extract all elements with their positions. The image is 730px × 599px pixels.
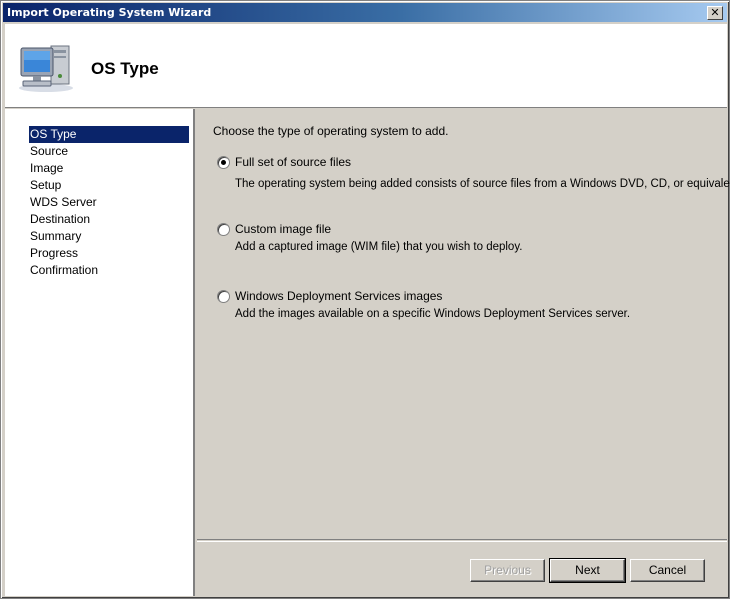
step-setup[interactable]: Setup: [29, 177, 189, 194]
page-title: OS Type: [91, 59, 159, 78]
previous-button[interactable]: Previous: [470, 559, 545, 582]
wizard-steps-sidebar: OS Type Source Image Setup WDS Server De…: [5, 109, 195, 596]
wizard-content: Choose the type of operating system to a…: [197, 109, 730, 540]
instruction-text: Choose the type of operating system to a…: [213, 124, 449, 138]
computer-icon: [17, 38, 75, 94]
step-source[interactable]: Source: [29, 143, 189, 160]
steps-list: OS Type Source Image Setup WDS Server De…: [29, 126, 189, 279]
title-bar[interactable]: Import Operating System Wizard ✕: [3, 3, 727, 22]
window-title: Import Operating System Wizard: [7, 6, 212, 19]
custom-image-label[interactable]: Custom image file: [235, 222, 331, 236]
custom-image-description: Add a captured image (WIM file) that you…: [235, 241, 523, 253]
wds-images-description: Add the images available on a specific W…: [235, 308, 631, 320]
step-os-type[interactable]: OS Type: [29, 126, 189, 143]
step-destination[interactable]: Destination: [29, 211, 189, 228]
full-source-label[interactable]: Full set of source files: [235, 155, 351, 169]
close-button[interactable]: ✕: [707, 6, 723, 20]
step-confirmation[interactable]: Confirmation: [29, 262, 189, 279]
step-progress[interactable]: Progress: [29, 245, 189, 262]
full-source-description: The operating system being added consist…: [235, 178, 730, 190]
footer-divider: [197, 541, 727, 542]
next-button[interactable]: Next: [549, 558, 626, 583]
custom-image-radio[interactable]: [217, 223, 230, 236]
close-icon: ✕: [710, 6, 720, 19]
wizard-window: Import Operating System Wizard ✕ OS Type: [0, 0, 730, 599]
step-wds-server[interactable]: WDS Server: [29, 194, 189, 211]
full-source-radio[interactable]: [217, 156, 230, 169]
wds-images-label[interactable]: Windows Deployment Services images: [235, 289, 442, 303]
step-image[interactable]: Image: [29, 160, 189, 177]
cancel-button[interactable]: Cancel: [630, 559, 705, 582]
step-summary[interactable]: Summary: [29, 228, 189, 245]
wds-images-radio[interactable]: [217, 290, 230, 303]
wizard-header: OS Type: [5, 24, 727, 108]
